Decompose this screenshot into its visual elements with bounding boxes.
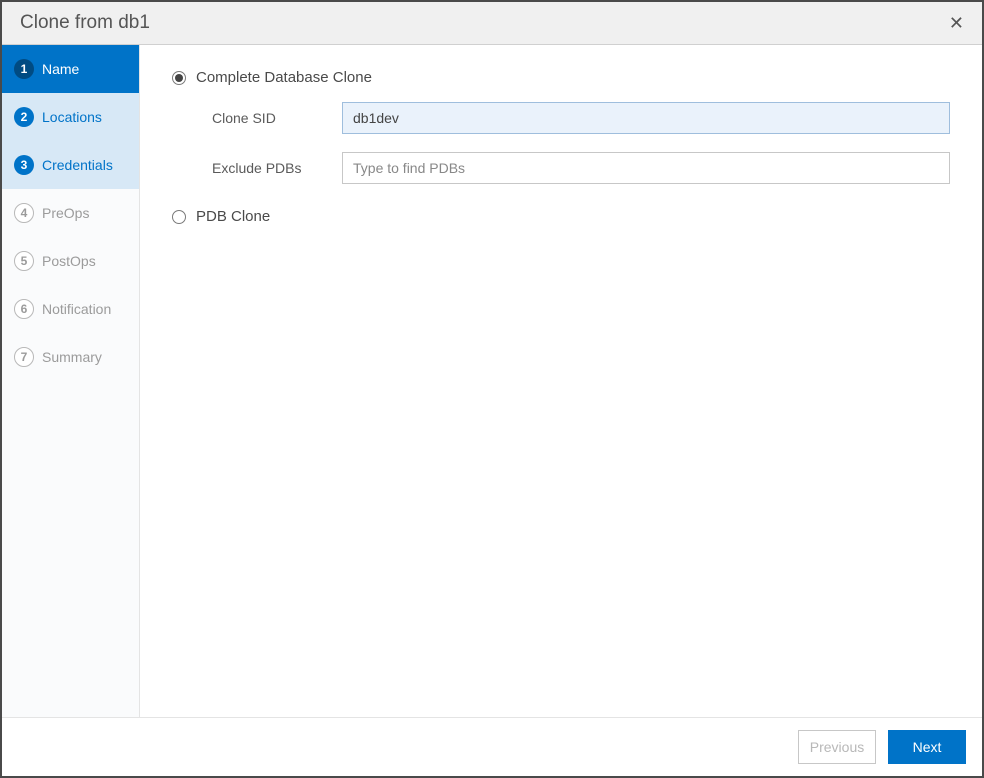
wizard-sidebar: 1 Name 2 Locations 3 Credentials 4 PreOp…: [2, 45, 140, 717]
dialog-title: Clone from db1: [20, 12, 150, 34]
step-number: 1: [14, 59, 34, 79]
step-number: 5: [14, 251, 34, 271]
dialog-footer: Previous Next: [2, 717, 982, 776]
step-number: 2: [14, 107, 34, 127]
exclude-pdbs-label: Exclude PDBs: [212, 160, 342, 176]
clone-dialog: Clone from db1 ✕ 1 Name 2 Locations 3 Cr…: [0, 0, 984, 778]
clone-sid-input[interactable]: [342, 102, 950, 134]
wizard-step-locations[interactable]: 2 Locations: [2, 93, 139, 141]
wizard-step-name[interactable]: 1 Name: [2, 45, 139, 93]
exclude-pdbs-input[interactable]: [342, 152, 950, 184]
clone-type-pdb-row: PDB Clone: [172, 208, 950, 225]
complete-clone-section: Clone SID Exclude PDBs: [172, 102, 950, 184]
close-icon[interactable]: ✕: [945, 12, 968, 34]
complete-clone-label: Complete Database Clone: [196, 69, 372, 86]
step-label: Notification: [42, 301, 111, 317]
pdb-clone-label: PDB Clone: [196, 208, 270, 225]
step-number: 6: [14, 299, 34, 319]
complete-clone-radio[interactable]: [172, 71, 186, 85]
clone-sid-label: Clone SID: [212, 110, 342, 126]
step-number: 4: [14, 203, 34, 223]
clone-type-complete-row: Complete Database Clone: [172, 69, 950, 86]
step-label: Credentials: [42, 157, 113, 173]
step-number: 7: [14, 347, 34, 367]
wizard-content: Complete Database Clone Clone SID Exclud…: [140, 45, 982, 717]
wizard-step-credentials[interactable]: 3 Credentials: [2, 141, 139, 189]
step-label: PreOps: [42, 205, 89, 221]
pdb-clone-radio[interactable]: [172, 210, 186, 224]
wizard-step-preops[interactable]: 4 PreOps: [2, 189, 139, 237]
previous-button[interactable]: Previous: [798, 730, 876, 764]
wizard-step-postops[interactable]: 5 PostOps: [2, 237, 139, 285]
dialog-body: 1 Name 2 Locations 3 Credentials 4 PreOp…: [2, 45, 982, 717]
step-label: Summary: [42, 349, 102, 365]
next-button[interactable]: Next: [888, 730, 966, 764]
wizard-step-notification[interactable]: 6 Notification: [2, 285, 139, 333]
step-label: Name: [42, 61, 79, 77]
step-label: Locations: [42, 109, 102, 125]
wizard-step-summary[interactable]: 7 Summary: [2, 333, 139, 381]
clone-sid-row: Clone SID: [212, 102, 950, 134]
exclude-pdbs-row: Exclude PDBs: [212, 152, 950, 184]
step-number: 3: [14, 155, 34, 175]
step-label: PostOps: [42, 253, 96, 269]
dialog-titlebar: Clone from db1 ✕: [2, 2, 982, 45]
